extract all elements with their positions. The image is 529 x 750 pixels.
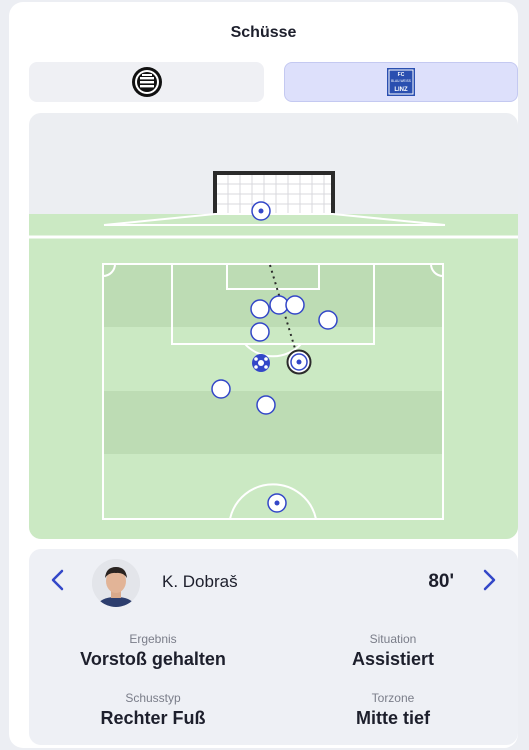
stat-situation: Situation Assistiert <box>273 632 513 670</box>
shot-marker[interactable] <box>250 299 270 319</box>
stat-value: Mitte tief <box>356 708 430 728</box>
shot-marker-goal[interactable] <box>252 354 270 372</box>
goal-frame <box>213 171 335 214</box>
shot-marker[interactable] <box>211 379 231 399</box>
stat-result: Ergebnis Vorstoß gehalten <box>33 632 273 670</box>
next-shot-button[interactable] <box>474 565 504 595</box>
stat-label: Torzone <box>371 691 415 705</box>
shot-marker[interactable] <box>285 295 305 315</box>
stat-value: Rechter Fuß <box>100 708 206 728</box>
stat-shot-type: Schusstyp Rechter Fuß <box>33 691 273 729</box>
stat-value: Vorstoß gehalten <box>80 649 226 669</box>
stat-label: Ergebnis <box>129 632 177 646</box>
prev-shot-button[interactable] <box>43 565 73 595</box>
shots-card: Schüsse FC BLAU-WEISS LINZ K. Dobraš 80'… <box>9 2 518 748</box>
shot-marker[interactable] <box>318 310 338 330</box>
crest-text-bottom: LINZ <box>394 87 408 93</box>
shot-map <box>29 113 518 539</box>
shot-detail-panel: K. Dobraš 80' Ergebnis Vorstoß gehalten … <box>29 549 518 745</box>
crest-text-mid: BLAU-WEISS <box>391 79 411 83</box>
shot-marker[interactable] <box>256 395 276 415</box>
crest-text-top: FC <box>398 72 405 78</box>
chevron-left-icon <box>51 569 64 591</box>
pitch-svg <box>29 171 518 539</box>
stat-label: Situation <box>369 632 417 646</box>
stat-value: Assistiert <box>351 649 435 669</box>
shot-minute: 80' <box>428 571 454 592</box>
sturm-graz-crest-icon <box>131 67 162 97</box>
blau-weiss-linz-crest-icon: FC BLAU-WEISS LINZ <box>387 68 415 96</box>
shot-marker-selected[interactable] <box>286 349 312 375</box>
team-tab-away[interactable]: FC BLAU-WEISS LINZ <box>284 62 518 102</box>
goal-target-marker <box>251 201 271 221</box>
shot-marker[interactable] <box>267 493 287 513</box>
chevron-right-icon <box>483 569 496 591</box>
stat-label: Schusstyp <box>125 691 181 705</box>
stat-goal-zone: Torzone Mitte tief <box>273 691 513 729</box>
shot-marker[interactable] <box>250 322 270 342</box>
player-name: K. Dobraš <box>162 572 238 591</box>
team-tab-home[interactable] <box>29 62 264 102</box>
avatar <box>92 559 140 607</box>
page-title: Schüsse <box>230 24 297 41</box>
